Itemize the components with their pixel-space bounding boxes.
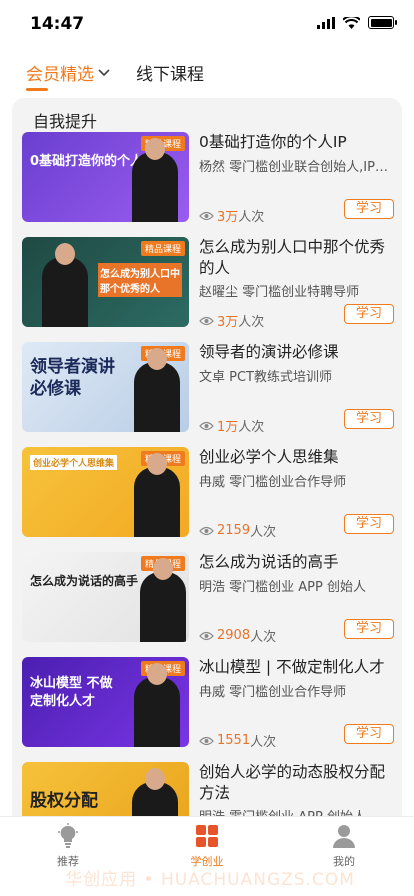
course-thumbnail: 精品课程 冰山模型 不做定制化人才	[22, 657, 189, 747]
course-title: 创始人必学的动态股权分配方法	[199, 763, 386, 802]
course-author: 冉威 零门槛创业合作导师	[199, 475, 347, 490]
eye-icon	[199, 631, 214, 640]
thumbnail-headline: 冰山模型 不做定制化人才	[30, 676, 113, 709]
thumbnail-headline: 领导者演讲必修课	[30, 357, 115, 399]
course-thumbnail: 股权分配	[22, 762, 189, 816]
speaker-image	[134, 453, 180, 537]
speaker-image	[134, 348, 180, 432]
course-card[interactable]: 精品课程 怎么成为别人口中那个优秀的人 怎么成为别人口中那个优秀的人 赵曜尘 零…	[22, 237, 394, 333]
learn-button[interactable]: 学习	[344, 514, 394, 534]
nav-recommend[interactable]: 推荐	[28, 823, 108, 869]
view-count: 2159 人次	[199, 521, 276, 540]
view-number: 1551	[217, 733, 251, 748]
tab-offline-label: 线下课程	[136, 65, 204, 85]
view-number: 2159	[217, 523, 251, 538]
learn-button[interactable]: 学习	[344, 199, 394, 219]
view-suffix: 人次	[238, 420, 265, 435]
course-title: 怎么成为别人口中那个优秀的人	[199, 238, 386, 277]
view-number: 2908	[217, 628, 251, 643]
grid-icon	[196, 825, 218, 847]
course-author: 赵曜尘 零门槛创业特聘导师	[199, 285, 360, 300]
thumbnail-headline: 股权分配	[30, 791, 98, 811]
lightbulb-icon	[58, 823, 78, 848]
course-title: 创业必学个人思维集	[199, 448, 339, 466]
course-title: 0基础打造你的个人IP	[199, 133, 347, 151]
thumbnail-headline: 怎么成为说话的高手	[30, 574, 139, 588]
course-title: 怎么成为说话的高手	[199, 553, 339, 571]
top-tabs: 会员精选 线下课程	[0, 52, 414, 92]
active-tab-indicator	[26, 88, 48, 91]
section-title: 自我提升	[33, 112, 98, 131]
course-card[interactable]: 股权分配 创始人必学的动态股权分配方法 明浩 零门槛创业 APP 创始人	[22, 762, 394, 816]
course-title: 冰山模型 | 不做定制化人才	[199, 658, 385, 676]
tab-members-label: 会员精选	[26, 65, 94, 85]
status-bar: 14:47	[0, 0, 414, 46]
speaker-image	[140, 558, 186, 642]
learn-button[interactable]: 学习	[344, 724, 394, 744]
speaker-image	[134, 663, 180, 747]
course-author: 文卓 PCT教练式培训师	[199, 370, 332, 385]
course-thumbnail: 精品课程 0基础打造你的个人IP	[22, 132, 189, 222]
view-count: 3万 人次	[199, 206, 264, 225]
thumbnail-headline: 怎么成为别人口中那个优秀的人	[98, 263, 182, 297]
view-number: 3万	[217, 315, 239, 330]
nav-learn-business[interactable]: 学创业	[167, 823, 247, 869]
wifi-icon	[343, 16, 360, 29]
learn-button[interactable]: 学习	[344, 409, 394, 429]
course-list-panel[interactable]: 自我提升 精品课程 0基础打造你的个人IP 0基础打造你的个人IP 杨然 零门槛…	[12, 98, 402, 816]
course-title: 领导者的演讲必修课	[199, 343, 339, 361]
view-count: 3万 人次	[199, 311, 264, 330]
view-count: 1万 人次	[199, 416, 264, 435]
nav-me[interactable]: 我的	[304, 823, 384, 869]
course-thumbnail: 精品课程 创业必学个人思维集	[22, 447, 189, 537]
view-count: 2908 人次	[199, 626, 276, 645]
course-author: 明浩 零门槛创业 APP 创始人	[199, 806, 389, 816]
signal-icon	[317, 16, 335, 29]
user-icon	[333, 825, 355, 848]
learn-button[interactable]: 学习	[344, 619, 394, 639]
view-suffix: 人次	[250, 630, 277, 645]
bottom-nav: 推荐 学创业 我的 华创应用 • HUACHUANGZS.COM	[0, 816, 414, 896]
battery-icon	[368, 16, 397, 29]
status-time: 14:47	[30, 14, 85, 34]
eye-icon	[199, 421, 214, 430]
course-card[interactable]: 精品课程 领导者演讲必修课 领导者的演讲必修课 文卓 PCT教练式培训师 1万人…	[22, 342, 394, 438]
speaker-image	[42, 243, 88, 327]
view-number: 3万	[217, 210, 239, 225]
view-suffix: 人次	[250, 525, 277, 540]
thumbnail-headline: 创业必学个人思维集	[30, 455, 118, 470]
course-thumbnail: 精品课程 怎么成为说话的高手	[22, 552, 189, 642]
view-suffix: 人次	[250, 735, 277, 750]
view-count: 1551 人次	[199, 731, 276, 750]
tab-offline-courses[interactable]: 线下课程	[136, 60, 204, 85]
course-thumbnail: 精品课程 怎么成为别人口中那个优秀的人	[22, 237, 189, 327]
learn-button[interactable]: 学习	[344, 304, 394, 324]
view-suffix: 人次	[238, 210, 265, 225]
eye-icon	[199, 736, 214, 745]
speaker-image	[132, 768, 178, 816]
course-card[interactable]: 精品课程 冰山模型 不做定制化人才 冰山模型 | 不做定制化人才 冉威 零门槛创…	[22, 657, 394, 753]
course-author: 明浩 零门槛创业 APP 创始人	[199, 580, 366, 595]
view-number: 1万	[217, 420, 239, 435]
status-icons	[317, 16, 397, 29]
speaker-image	[132, 138, 178, 222]
watermark-text: 华创应用 • HUACHUANGZS.COM	[65, 870, 355, 890]
course-author: 杨然 零门槛创业联合创始人,IP管理师	[199, 160, 389, 175]
premium-badge: 精品课程	[140, 241, 185, 256]
course-thumbnail: 精品课程 领导者演讲必修课	[22, 342, 189, 432]
course-card[interactable]: 精品课程 怎么成为说话的高手 怎么成为说话的高手 明浩 零门槛创业 APP 创始…	[22, 552, 394, 648]
eye-icon	[199, 316, 214, 325]
view-suffix: 人次	[238, 315, 265, 330]
chevron-down-icon	[98, 68, 110, 76]
eye-icon	[199, 526, 214, 535]
eye-icon	[199, 211, 214, 220]
course-card[interactable]: 精品课程 创业必学个人思维集 创业必学个人思维集 冉威 零门槛创业合作导师 21…	[22, 447, 394, 543]
tab-members-picks[interactable]: 会员精选	[26, 60, 110, 85]
course-card[interactable]: 精品课程 0基础打造你的个人IP 0基础打造你的个人IP 杨然 零门槛创业联合创…	[22, 132, 394, 228]
course-author: 冉威 零门槛创业合作导师	[199, 685, 347, 700]
